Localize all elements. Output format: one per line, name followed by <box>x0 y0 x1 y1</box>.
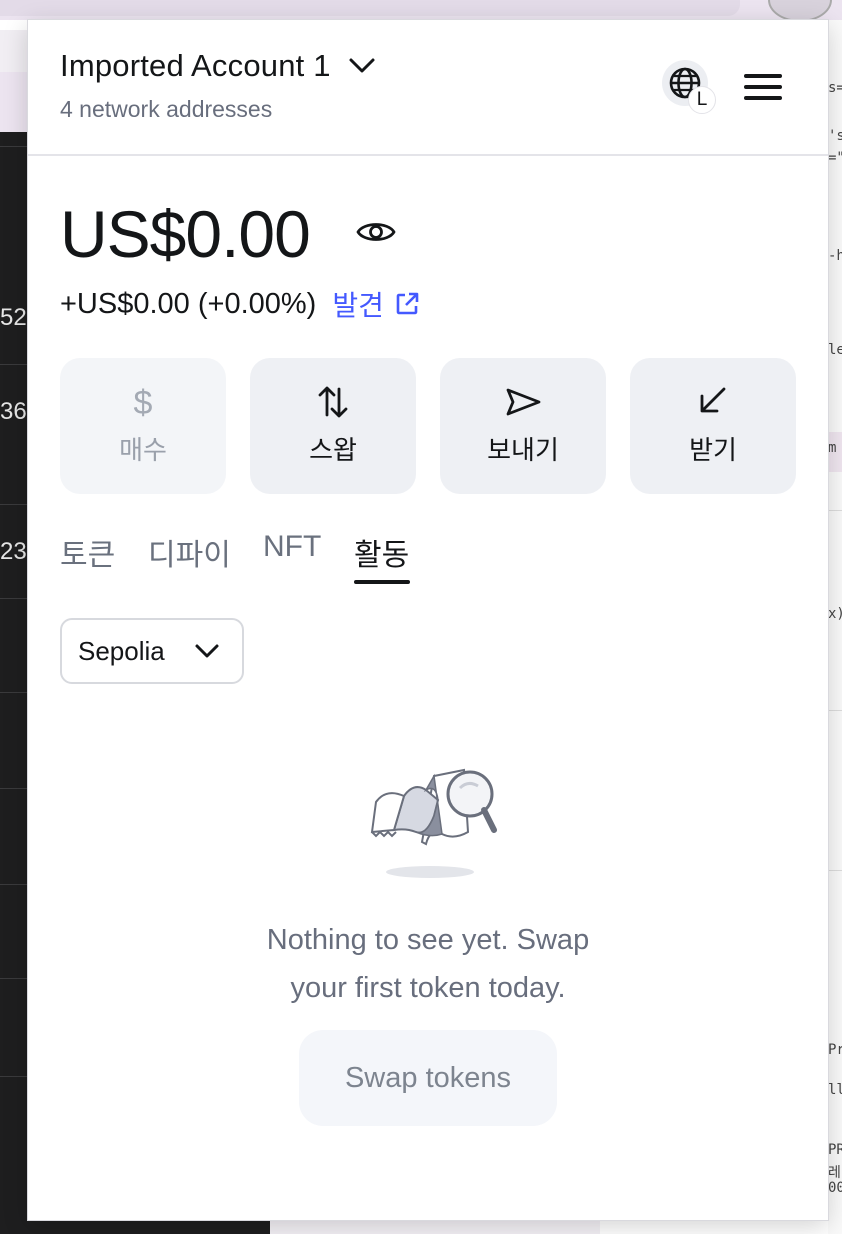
empty-state-line: Nothing to see yet. Swap <box>266 924 590 956</box>
send-button[interactable]: 보내기 <box>440 358 606 494</box>
buy-label: 매수 <box>119 435 167 465</box>
background-code: ll <box>828 1082 842 1098</box>
chevron-down-icon <box>349 58 375 73</box>
background-number: 36 <box>0 398 27 425</box>
balance-change: +US$0.00 (+0.00%) <box>60 287 317 320</box>
background-code: x) <box>828 606 842 622</box>
background-row-divider <box>0 1076 30 1077</box>
account-name: Imported Account 1 <box>60 48 331 83</box>
background-line <box>828 870 842 871</box>
empty-state-message: Nothing to see yet. Swap your first toke… <box>208 916 648 1012</box>
balance-change-row: +US$0.00 (+0.00%) 발견 <box>60 284 420 324</box>
background-light-panel <box>270 1220 600 1234</box>
background-code: PR <box>828 1142 842 1158</box>
background-line <box>828 710 842 711</box>
account-selector[interactable]: Imported Account 1 <box>60 48 377 84</box>
background-code: le <box>828 342 842 358</box>
background-strip <box>0 30 30 72</box>
hamburger-menu-button[interactable] <box>744 74 782 104</box>
account-header: Imported Account 1 4 network addresses L <box>28 20 828 156</box>
background-dark-panel: 52, 36 23% <box>0 132 48 1234</box>
background-code: 00 <box>828 1180 842 1196</box>
tab-nft[interactable]: NFT <box>263 530 321 564</box>
background-code: -h <box>828 248 842 264</box>
swap-tokens-button[interactable]: Swap tokens <box>299 1030 557 1126</box>
dollar-icon: $ <box>134 384 153 422</box>
svg-text:$: $ <box>134 384 153 422</box>
background-row-divider <box>0 692 30 693</box>
receive-label: 받기 <box>689 435 737 465</box>
eye-icon[interactable] <box>354 214 398 250</box>
background-dark-panel <box>0 1220 270 1234</box>
menu-line <box>744 85 782 89</box>
receive-arrow-icon <box>700 387 726 413</box>
background-row-divider <box>0 598 30 599</box>
external-link-icon <box>396 292 419 315</box>
total-balance: US$0.00 <box>60 197 311 271</box>
background-address-bar <box>0 0 740 16</box>
tab-activity[interactable]: 활동 <box>354 530 409 574</box>
swap-button[interactable]: 스왑 <box>250 358 416 494</box>
wallet-popup: Imported Account 1 4 network addresses L… <box>28 20 828 1220</box>
background-code-panel: s= 's =" -h le m x) Pr ll PR 레 00 <box>828 20 842 1234</box>
send-arrow-icon <box>506 388 541 416</box>
receive-button[interactable]: 받기 <box>630 358 796 494</box>
active-tab-indicator <box>354 580 410 584</box>
discover-link[interactable]: 발견 <box>332 284 420 324</box>
network-addresses-link[interactable]: 4 network addresses <box>60 96 272 123</box>
background-row-divider <box>0 884 30 885</box>
action-buttons: $ 매수 스왑 보내기 받기 <box>60 358 796 494</box>
background-row-divider <box>0 146 30 147</box>
swap-label: 스왑 <box>309 435 357 465</box>
swap-tokens-label: Swap tokens <box>344 1062 512 1094</box>
background-row-divider <box>0 788 30 789</box>
background-row-divider <box>0 978 30 979</box>
background-code: 레 <box>828 1165 841 1181</box>
network-badge: L <box>688 86 716 114</box>
background-code: Pr <box>828 1042 842 1058</box>
background-code: =" <box>828 150 842 166</box>
discover-label: 발견 <box>332 290 384 321</box>
tab-defi[interactable]: 디파이 <box>148 530 231 574</box>
background-code: s= <box>828 80 842 96</box>
menu-line <box>744 96 782 100</box>
receipt-search-illustration <box>370 768 497 878</box>
background-line <box>828 510 842 511</box>
swap-arrows-icon <box>318 386 348 418</box>
background-code: 's <box>828 128 842 144</box>
background-row-divider <box>0 504 30 505</box>
chevron-down-icon <box>195 644 219 658</box>
tab-tokens[interactable]: 토큰 <box>60 530 115 574</box>
menu-line <box>744 74 782 78</box>
background-code: m <box>828 440 837 456</box>
network-filter-dropdown[interactable]: Sepolia <box>60 618 244 684</box>
empty-state-line: your first token today. <box>290 972 566 1004</box>
background-strip <box>0 72 30 132</box>
buy-button[interactable]: $ 매수 <box>60 358 226 494</box>
send-label: 보내기 <box>487 435 559 465</box>
network-filter-value: Sepolia <box>78 636 165 666</box>
background-row-divider <box>0 364 30 365</box>
